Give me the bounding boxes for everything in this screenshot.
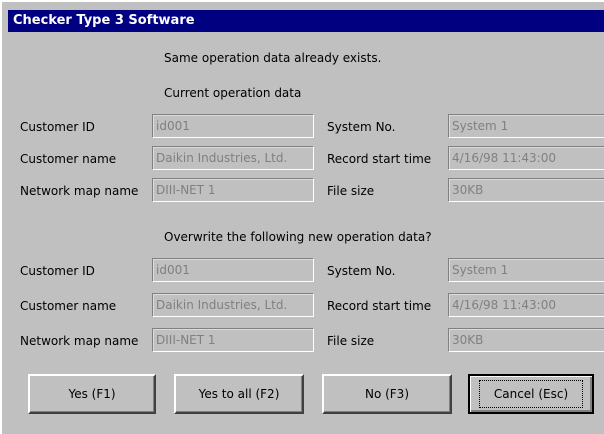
current-customer-id-field: id001: [152, 114, 314, 138]
new-file-size-field: 30KB: [448, 328, 604, 352]
new-network-map-label: Network map name: [20, 334, 139, 348]
new-system-no-field: System 1: [448, 258, 604, 282]
current-system-no-field: System 1: [448, 114, 604, 138]
yes-button-label: Yes (F1): [68, 387, 116, 401]
yes-to-all-button[interactable]: Yes to all (F2): [174, 374, 304, 414]
new-customer-id-label: Customer ID: [20, 264, 95, 278]
new-system-no-label: System No.: [327, 264, 396, 278]
exists-message: Same operation data already exists.: [164, 51, 382, 65]
yes-to-all-button-label: Yes to all (F2): [198, 387, 280, 401]
new-customer-name-label: Customer name: [20, 299, 117, 313]
yes-button[interactable]: Yes (F1): [28, 374, 156, 414]
current-customer-id-label: Customer ID: [20, 120, 95, 134]
current-customer-name-field: Daikin Industries, Ltd.: [152, 146, 314, 170]
cancel-button[interactable]: Cancel (Esc): [468, 374, 594, 414]
title-bar: Checker Type 3 Software: [8, 10, 604, 32]
current-network-map-label: Network map name: [20, 184, 139, 198]
overwrite-prompt: Overwrite the following new operation da…: [164, 230, 432, 244]
new-customer-id-field: id001: [152, 258, 314, 282]
current-network-map-field: DIII-NET 1: [152, 178, 314, 202]
cancel-button-label: Cancel (Esc): [478, 380, 584, 408]
current-file-size-label: File size: [327, 184, 375, 198]
current-system-no-label: System No.: [327, 120, 396, 134]
current-data-heading: Current operation data: [164, 86, 302, 100]
no-button-label: No (F3): [364, 387, 410, 401]
current-file-size-field: 30KB: [448, 178, 604, 202]
current-record-start-label: Record start time: [327, 152, 432, 166]
new-record-start-label: Record start time: [327, 299, 432, 313]
new-record-start-field: 4/16/98 11:43:00: [448, 293, 604, 317]
current-customer-name-label: Customer name: [20, 152, 117, 166]
new-network-map-field: DIII-NET 1: [152, 328, 314, 352]
no-button[interactable]: No (F3): [322, 374, 452, 414]
current-record-start-field: 4/16/98 11:43:00: [448, 146, 604, 170]
window-title: Checker Type 3 Software: [13, 13, 195, 28]
new-customer-name-field: Daikin Industries, Ltd.: [152, 293, 314, 317]
dialog-window: Checker Type 3 Software Same operation d…: [0, 0, 604, 434]
new-file-size-label: File size: [327, 334, 375, 348]
